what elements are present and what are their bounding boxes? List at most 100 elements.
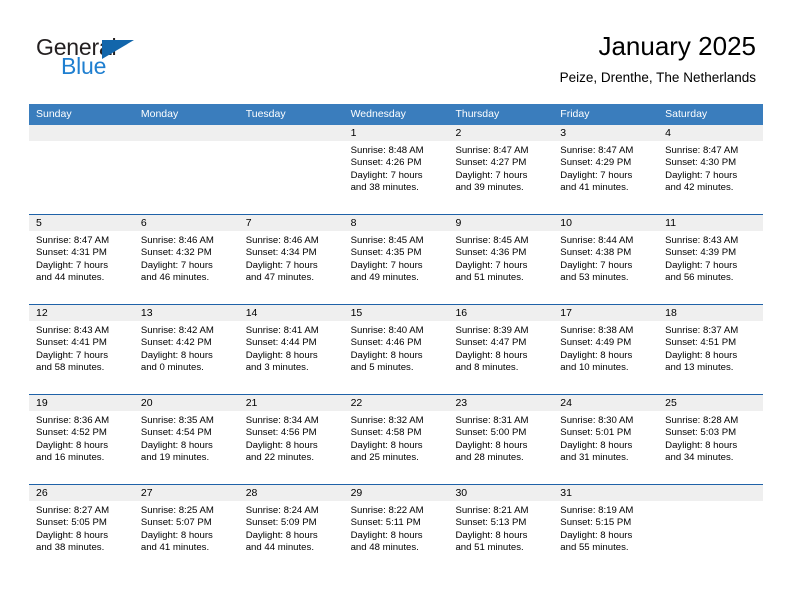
day-cell[interactable]: 31 Sunrise: 8:19 AM Sunset: 5:15 PM Dayl… [553,485,659,574]
sunrise-text: Sunrise: 8:21 AM [455,505,529,516]
day-cell[interactable] [238,125,344,214]
sunset-text: Sunset: 4:44 PM [245,337,317,349]
day-details: Sunrise: 8:48 AM Sunset: 4:26 PM Dayligh… [344,141,449,194]
daylight-text-line2: and 51 minutes. [455,541,524,553]
day-number: 2 [448,125,554,141]
daylight-text-line2: and 47 minutes. [245,271,314,283]
day-cell[interactable]: 9 Sunrise: 8:45 AM Sunset: 4:36 PM Dayli… [448,215,554,304]
day-cell[interactable]: 7 Sunrise: 8:46 AM Sunset: 4:34 PM Dayli… [238,215,344,304]
day-details: Sunrise: 8:28 AM Sunset: 5:03 PM Dayligh… [658,411,763,464]
sunrise-text: Sunrise: 8:48 AM [350,145,424,156]
day-cell[interactable]: 21 Sunrise: 8:34 AM Sunset: 4:56 PM Dayl… [238,395,344,484]
daylight-text-line2: and 34 minutes. [665,451,734,463]
day-cell[interactable]: 17 Sunrise: 8:38 AM Sunset: 4:49 PM Dayl… [553,305,659,394]
sunset-text: Sunset: 4:42 PM [140,337,212,349]
daylight-text-line2: and 41 minutes. [560,181,629,193]
day-cell[interactable]: 15 Sunrise: 8:40 AM Sunset: 4:46 PM Dayl… [343,305,449,394]
daylight-text-line2: and 38 minutes. [350,181,419,193]
day-details: Sunrise: 8:47 AM Sunset: 4:27 PM Dayligh… [448,141,553,194]
day-details [134,141,239,145]
day-cell[interactable]: 30 Sunrise: 8:21 AM Sunset: 5:13 PM Dayl… [448,485,554,574]
daylight-text-line2: and 53 minutes. [560,271,629,283]
daylight-text-line1: Daylight: 7 hours [455,169,528,181]
sunset-text: Sunset: 4:34 PM [245,247,317,259]
sunrise-text: Sunrise: 8:27 AM [36,505,110,516]
day-details: Sunrise: 8:43 AM Sunset: 4:39 PM Dayligh… [658,231,763,284]
daylight-text-line2: and 16 minutes. [36,451,105,463]
day-details: Sunrise: 8:32 AM Sunset: 4:58 PM Dayligh… [344,411,449,464]
day-cell[interactable]: 27 Sunrise: 8:25 AM Sunset: 5:07 PM Dayl… [133,485,239,574]
day-cell[interactable]: 12 Sunrise: 8:43 AM Sunset: 4:41 PM Dayl… [29,305,134,394]
daylight-text-line1: Daylight: 8 hours [245,349,318,361]
day-details: Sunrise: 8:35 AM Sunset: 4:54 PM Dayligh… [134,411,239,464]
day-cell[interactable]: 29 Sunrise: 8:22 AM Sunset: 5:11 PM Dayl… [343,485,449,574]
day-details: Sunrise: 8:31 AM Sunset: 5:00 PM Dayligh… [448,411,553,464]
day-cell[interactable]: 4 Sunrise: 8:47 AM Sunset: 4:30 PM Dayli… [658,125,764,214]
daylight-text-line2: and 22 minutes. [245,451,314,463]
weekday-header-sunday: Sunday [36,108,72,120]
daylight-text-line2: and 58 minutes. [36,361,105,373]
day-cell[interactable]: 20 Sunrise: 8:35 AM Sunset: 4:54 PM Dayl… [133,395,239,484]
daylight-text-line1: Daylight: 8 hours [665,439,738,451]
day-cell[interactable] [133,125,239,214]
day-cell[interactable]: 24 Sunrise: 8:30 AM Sunset: 5:01 PM Dayl… [553,395,659,484]
day-cell[interactable]: 16 Sunrise: 8:39 AM Sunset: 4:47 PM Dayl… [448,305,554,394]
day-cell[interactable]: 5 Sunrise: 8:47 AM Sunset: 4:31 PM Dayli… [29,215,134,304]
calendar-week-row: 26 Sunrise: 8:27 AM Sunset: 5:05 PM Dayl… [29,484,764,574]
sunset-text: Sunset: 4:49 PM [560,337,632,349]
day-cell[interactable]: 25 Sunrise: 8:28 AM Sunset: 5:03 PM Dayl… [658,395,764,484]
day-cell[interactable]: 18 Sunrise: 8:37 AM Sunset: 4:51 PM Dayl… [658,305,764,394]
day-number: 21 [238,395,344,411]
weekday-header-monday: Monday [140,108,179,120]
day-cell[interactable]: 8 Sunrise: 8:45 AM Sunset: 4:35 PM Dayli… [343,215,449,304]
daylight-text-line1: Daylight: 8 hours [245,529,318,541]
day-cell[interactable]: 1 Sunrise: 8:48 AM Sunset: 4:26 PM Dayli… [343,125,449,214]
day-cell[interactable]: 3 Sunrise: 8:47 AM Sunset: 4:29 PM Dayli… [553,125,659,214]
day-details: Sunrise: 8:40 AM Sunset: 4:46 PM Dayligh… [344,321,449,374]
day-cell[interactable]: 6 Sunrise: 8:46 AM Sunset: 4:32 PM Dayli… [133,215,239,304]
sunset-text: Sunset: 5:07 PM [140,517,212,529]
day-cell[interactable]: 22 Sunrise: 8:32 AM Sunset: 4:58 PM Dayl… [343,395,449,484]
day-cell[interactable]: 13 Sunrise: 8:42 AM Sunset: 4:42 PM Dayl… [133,305,239,394]
day-cell[interactable]: 11 Sunrise: 8:43 AM Sunset: 4:39 PM Dayl… [658,215,764,304]
daylight-text-line1: Daylight: 8 hours [140,439,213,451]
day-cell[interactable] [658,485,764,574]
daylight-text-line2: and 46 minutes. [140,271,210,283]
day-cell[interactable]: 19 Sunrise: 8:36 AM Sunset: 4:52 PM Dayl… [29,395,134,484]
sunrise-text: Sunrise: 8:41 AM [245,325,319,336]
daylight-text-line1: Daylight: 8 hours [140,529,213,541]
day-cell[interactable] [29,125,134,214]
daylight-text-line2: and 41 minutes. [140,541,210,553]
daylight-text-line2: and 8 minutes. [455,361,519,373]
daylight-text-line1: Daylight: 8 hours [560,529,633,541]
daylight-text-line1: Daylight: 8 hours [140,349,213,361]
day-number [133,125,239,141]
day-cell[interactable]: 2 Sunrise: 8:47 AM Sunset: 4:27 PM Dayli… [448,125,554,214]
daylight-text-line2: and 28 minutes. [455,451,524,463]
day-details: Sunrise: 8:19 AM Sunset: 5:15 PM Dayligh… [553,501,658,554]
sunrise-text: Sunrise: 8:25 AM [140,505,214,516]
daylight-text-line2: and 3 minutes. [245,361,309,373]
daylight-text-line1: Daylight: 7 hours [665,169,738,181]
day-details: Sunrise: 8:30 AM Sunset: 5:01 PM Dayligh… [553,411,658,464]
sunrise-text: Sunrise: 8:24 AM [245,505,319,516]
day-cell[interactable]: 14 Sunrise: 8:41 AM Sunset: 4:44 PM Dayl… [238,305,344,394]
day-cell[interactable]: 10 Sunrise: 8:44 AM Sunset: 4:38 PM Dayl… [553,215,659,304]
day-details: Sunrise: 8:47 AM Sunset: 4:31 PM Dayligh… [29,231,134,284]
logo-text-blue: Blue [61,53,107,79]
day-number: 1 [343,125,449,141]
day-cell[interactable]: 23 Sunrise: 8:31 AM Sunset: 5:00 PM Dayl… [448,395,554,484]
sunset-text: Sunset: 4:31 PM [36,247,107,259]
sunrise-text: Sunrise: 8:40 AM [350,325,424,336]
daylight-text-line2: and 48 minutes. [350,541,419,553]
weekday-header-wednesday: Wednesday [350,108,406,120]
day-cell[interactable]: 26 Sunrise: 8:27 AM Sunset: 5:05 PM Dayl… [29,485,134,574]
day-number: 10 [553,215,659,231]
calendar-page: General Blue January 2025 Peize, Drenthe… [0,0,792,612]
daylight-text-line2: and 38 minutes. [36,541,105,553]
day-number: 18 [658,305,764,321]
day-number: 26 [29,485,134,501]
sunset-text: Sunset: 4:56 PM [245,427,317,439]
day-cell[interactable]: 28 Sunrise: 8:24 AM Sunset: 5:09 PM Dayl… [238,485,344,574]
daylight-text-line1: Daylight: 7 hours [350,259,423,271]
